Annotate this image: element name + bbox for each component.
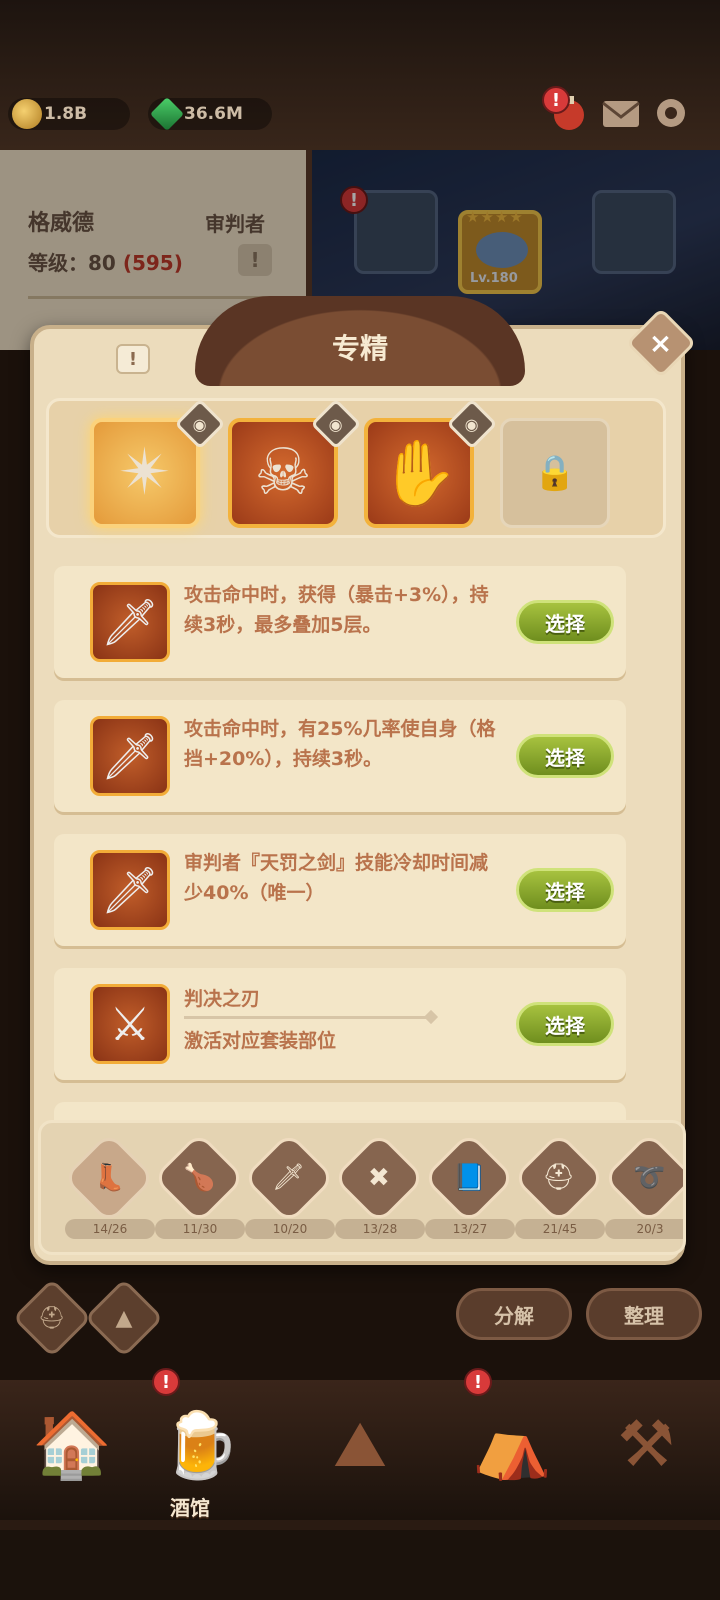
shuriken-icon: ✴ [118,436,172,510]
sword-icon: 🗡 [272,1162,306,1193]
category-boot[interactable]: 👢 [62,1131,156,1225]
tent-icon: ⛺ [472,1408,552,1483]
gold-amount: 1.8B [44,104,88,124]
settings-button[interactable] [650,92,692,134]
alert-badge: ! [152,1368,180,1396]
category-book[interactable]: 📘 [422,1131,516,1225]
info-button[interactable]: ! [116,344,150,374]
eye-icon: ◉ [329,414,343,434]
dagger-icon: 🗡 [90,582,170,662]
mail-icon [602,101,640,127]
option-card: ⚔ 判决之刃 激活对应套装部位 选择 [54,968,626,1080]
anvil-icon: ⚒ [617,1408,675,1482]
select-button[interactable]: 选择 [516,600,614,644]
category-lasso[interactable]: ➰ [602,1131,683,1225]
select-button[interactable]: 选择 [516,1002,614,1046]
gold-counter[interactable]: 1.8B [8,98,130,130]
category-count: 10/20 [245,1219,335,1239]
option-description: 攻击命中时，获得（暴击+3%），持续3秒，最多叠加5层。 [184,584,489,636]
boot-icon: 👢 [92,1163,126,1193]
gem-amount: 36.6M [184,104,243,124]
armor-icon: ▲ [115,1305,133,1331]
skull-blade-icon: ☠ [254,436,312,510]
category-count: 20/3 [605,1219,683,1239]
close-icon: × [649,326,673,360]
gear-icon [657,99,685,127]
top-background [0,0,720,160]
crossed-sword-icon: ⚔ [90,984,170,1064]
gem-counter[interactable]: 36.6M [148,97,272,131]
category-drumstick[interactable]: 🍗 [152,1131,246,1225]
option-description: 攻击命中时，有25%几率使自身（格挡+20%），持续3秒。 [184,718,496,770]
option-card: 🗡 攻击命中时，有25%几率使自身（格挡+20%），持续3秒。 选择 [54,700,626,812]
category-tray: 👢 14/26 🍗 11/30 🗡 10/20 ✖ 13/28 📘 13/27 … [38,1120,686,1255]
sword-icon: 🗡 [90,850,170,930]
category-sword[interactable]: 🗡 [242,1131,336,1225]
helmet-icon: ⛑ [38,1305,66,1331]
book-icon: 📘 [452,1163,486,1193]
curved-sword-icon: 🗡 [90,716,170,796]
eye-icon: ◉ [193,414,207,434]
nav-shop[interactable]: ⛺ [452,1385,572,1505]
nav-tavern-label: 酒馆 [170,1496,210,1520]
select-button[interactable]: 选择 [516,868,614,912]
option-description: 审判者『天罚之剑』技能冷却时间减少40%（唯一） [184,852,489,904]
drumstick-icon: 🍗 [182,1163,216,1193]
set-description: 激活对应套装部位 [184,1030,337,1052]
portal-icon: ⛰ [333,1408,387,1482]
lasso-icon: ➰ [632,1163,666,1193]
option-card: 🗡 攻击命中时，获得（暴击+3%），持续3秒，最多叠加5层。 选择 [54,566,626,678]
nav-house[interactable]: 🏠 [12,1385,132,1505]
set-name: 判决之刃 [184,988,261,1010]
spec-slot-shuriken[interactable]: ✴ [90,418,200,528]
potion-button[interactable]: ! [542,86,590,134]
modal-title-banner: 专精 [195,296,525,386]
nav-portal[interactable]: ⛰ [290,1385,430,1505]
eye-icon: ◉ [465,414,479,434]
lock-icon: 🔒 [533,453,577,493]
alert-badge: ! [542,86,570,114]
nav-forge[interactable]: ⚒ [586,1385,706,1505]
category-cross-shield[interactable]: ✖ [332,1131,426,1225]
disassemble-button[interactable]: 分解 [456,1288,572,1340]
organize-button[interactable]: 整理 [586,1288,702,1340]
mail-button[interactable] [600,92,642,134]
gauntlet-icon: ✋ [379,436,459,511]
spec-slot-locked[interactable]: 🔒 [500,418,610,528]
gem-icon [150,97,184,131]
category-count: 11/30 [155,1219,245,1239]
category-count: 13/27 [425,1219,515,1239]
divider [184,1016,429,1019]
category-count: 21/45 [515,1219,605,1239]
system-bar [0,1530,720,1600]
option-card: 🗡 审判者『天罚之剑』技能冷却时间减少40%（唯一） 选择 [54,834,626,946]
horned-helmet-icon: ⛑ [542,1162,576,1193]
category-horned-helmet[interactable]: ⛑ [512,1131,606,1225]
beer-mug-icon: 🍺 [160,1408,240,1483]
gold-coin-icon [12,99,42,129]
nav-tavern[interactable]: 🍺 [140,1385,260,1505]
house-icon: 🏠 [32,1408,112,1483]
cross-shield-icon: ✖ [368,1162,390,1193]
select-button[interactable]: 选择 [516,734,614,778]
category-count: 14/26 [65,1219,155,1239]
modal-title: 专精 [331,332,388,365]
alert-badge: ! [464,1368,492,1396]
category-count: 13/28 [335,1219,425,1239]
